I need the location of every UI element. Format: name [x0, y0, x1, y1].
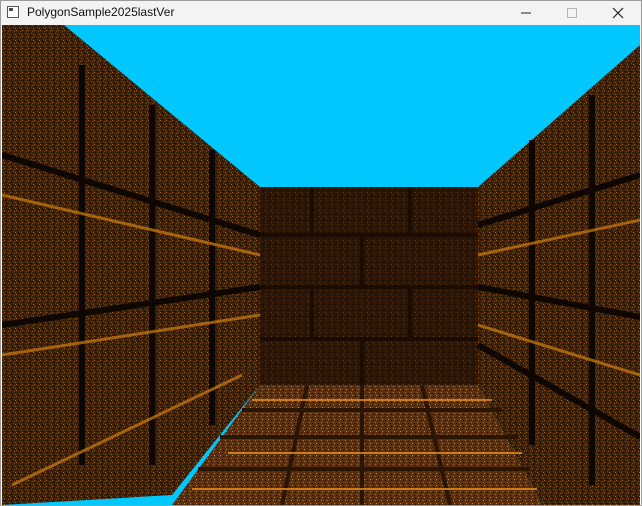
app-window-icon	[7, 6, 19, 18]
window-title: PolygonSample2025lastVer	[27, 5, 175, 19]
title-bar[interactable]: PolygonSample2025lastVer	[1, 1, 641, 25]
corridor-scene	[2, 25, 640, 505]
render-viewport[interactable]	[2, 25, 640, 505]
close-button[interactable]	[595, 1, 641, 25]
minimize-icon	[521, 12, 531, 14]
close-icon	[612, 7, 624, 19]
maximize-button[interactable]	[549, 1, 595, 25]
app-window: PolygonSample2025lastVer	[0, 0, 642, 506]
maximize-icon	[567, 8, 577, 18]
minimize-button[interactable]	[503, 1, 549, 25]
